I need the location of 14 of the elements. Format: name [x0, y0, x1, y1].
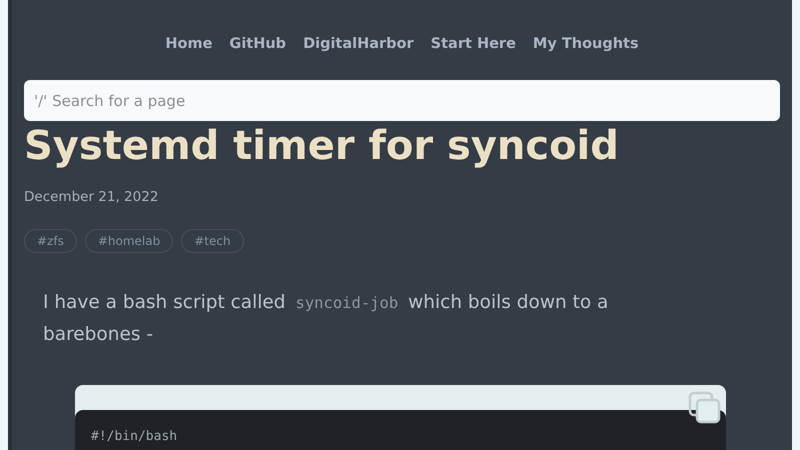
- code-text: #!/bin/bash: [75, 410, 726, 450]
- post-date: December 21, 2022: [24, 189, 160, 205]
- nav-link[interactable]: Start Here: [428, 32, 518, 58]
- tag-link[interactable]: #homelab: [84, 229, 174, 253]
- nav-link[interactable]: My Thoughts: [530, 32, 641, 58]
- copy-icon[interactable]: [688, 391, 722, 425]
- nav-link[interactable]: Home: [163, 32, 214, 58]
- nav-link[interactable]: DigitalHarbor: [301, 32, 416, 58]
- tag-link[interactable]: #zfs: [24, 229, 77, 253]
- article-title: Systemd timer for syncoid: [24, 122, 620, 171]
- nav-link[interactable]: GitHub: [227, 32, 288, 58]
- search-field[interactable]: '/' Search for a page: [24, 80, 780, 121]
- paragraph-text: I have a bash script called syncoid-job which boils down to a barebones -: [43, 291, 610, 347]
- tag-link[interactable]: #tech: [181, 229, 244, 253]
